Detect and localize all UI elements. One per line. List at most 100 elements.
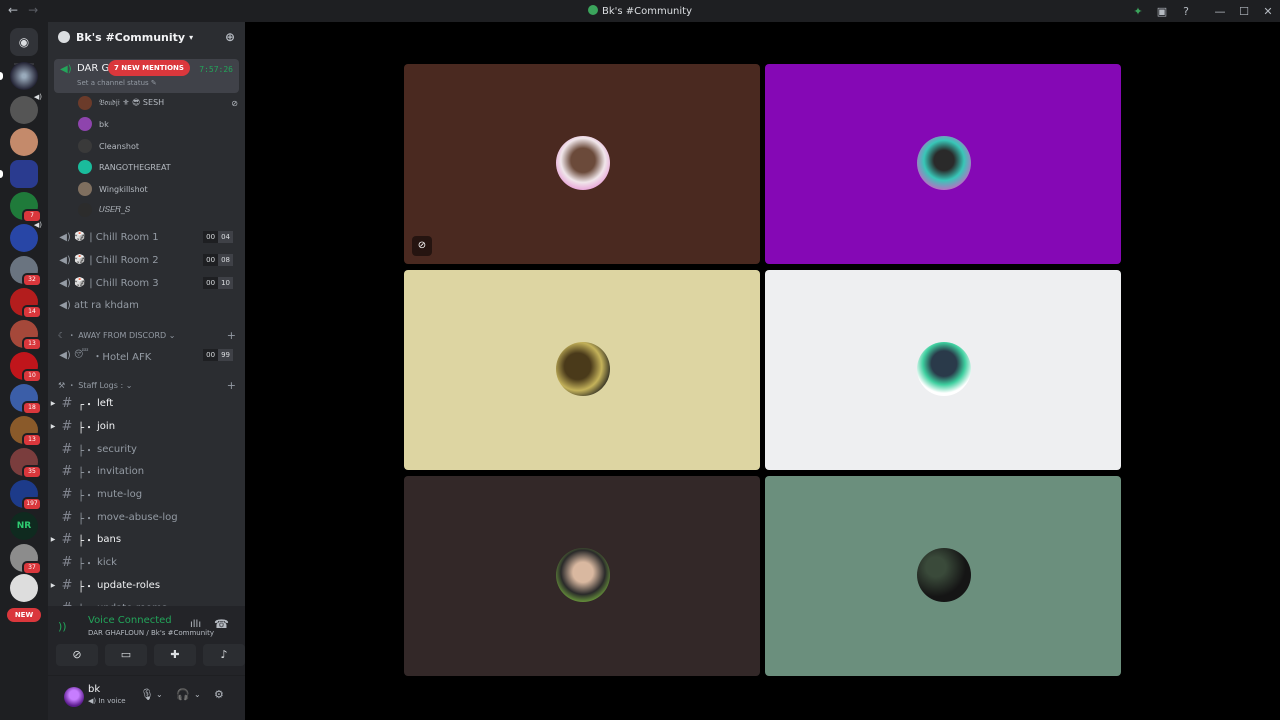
text-channel[interactable]: # ├・ invitation xyxy=(48,460,238,482)
participant-tile[interactable] xyxy=(765,476,1121,676)
participant-tile[interactable] xyxy=(765,64,1121,264)
server-icon[interactable]: NR xyxy=(10,512,38,540)
participant-tile[interactable] xyxy=(404,270,760,470)
channel-name: update-roles xyxy=(97,579,161,591)
server-icon[interactable]: 13 xyxy=(10,320,42,351)
locked-speaker-icon: ◀) xyxy=(59,299,71,311)
server-icon[interactable]: 14 xyxy=(10,288,42,319)
disconnect-icon[interactable]: ☎ xyxy=(214,617,229,631)
avatar[interactable] xyxy=(64,687,84,707)
voice-member[interactable]: RANGOTHEGREAT xyxy=(78,158,238,176)
server-icon[interactable]: 13 xyxy=(10,416,42,447)
voice-channel-path[interactable]: DAR GHAFLOUN / Bk's #Community xyxy=(88,629,214,637)
discord-home-icon[interactable]: ◉ xyxy=(10,28,38,56)
server-icon[interactable]: 18 xyxy=(10,384,42,415)
category-away[interactable]: ☾ ・ AWAY FROM DISCORD ⌄ + xyxy=(58,327,236,343)
server-icon[interactable]: 37 xyxy=(10,544,42,575)
text-channel[interactable]: # ├・ mute-log xyxy=(48,483,238,505)
text-channel[interactable]: # ├・ move-abuse-log xyxy=(48,506,238,528)
voice-member[interactable]: Wingkillshot xyxy=(78,180,238,198)
unread-arrow-icon: ▶ xyxy=(50,422,56,430)
avatar xyxy=(78,96,92,110)
activities-button[interactable]: ✚ xyxy=(154,644,196,666)
text-channel[interactable]: ▶ # ├・ update-roles xyxy=(48,574,238,596)
speaker-icon: ◀) xyxy=(59,349,71,361)
maximize-button[interactable]: ☐ xyxy=(1232,5,1256,18)
member-name: RANGOTHEGREAT xyxy=(99,162,171,172)
camera-off-button[interactable]: ⊘ xyxy=(56,644,98,666)
voice-channel[interactable]: ◀) att ra khdam xyxy=(54,294,239,316)
text-channel[interactable]: # ├・ kick xyxy=(48,551,238,573)
voice-channel[interactable]: ◀) 🎲 | Chill Room 3 00 10 xyxy=(54,272,239,294)
server-icon[interactable] xyxy=(10,574,38,602)
username[interactable]: bk xyxy=(88,684,100,695)
server-icon[interactable]: 35 xyxy=(10,448,42,479)
nitro-icon[interactable]: ✦ xyxy=(1126,5,1150,18)
chevron-down-icon: ⌄ xyxy=(168,330,176,340)
server-icon[interactable]: ◀) xyxy=(10,221,42,252)
text-channel[interactable]: ▶ # ┌・ left xyxy=(48,392,238,414)
screen-share-button[interactable]: ▭ xyxy=(105,644,147,666)
chevron-down-icon[interactable]: ⌄ xyxy=(194,690,201,699)
server-icon[interactable] xyxy=(0,160,38,188)
voice-member[interactable]: bk xyxy=(78,115,238,133)
voice-member[interactable]: Cleanshot xyxy=(78,137,238,155)
tree-prefix: ├・ xyxy=(78,445,95,457)
server-icon[interactable]: 197 xyxy=(10,480,42,511)
user-limit: 00 10 xyxy=(203,277,233,289)
invite-people-icon[interactable]: ⊕ xyxy=(225,30,235,44)
category-name: Staff Logs : xyxy=(78,380,124,390)
soundboard-button[interactable]: ♪ xyxy=(203,644,245,666)
server-icon[interactable]: 7 xyxy=(10,192,42,223)
participant-avatar xyxy=(556,548,610,602)
voice-member[interactable]: 𝔅𝔬𝔲𝔡𝔧𝔦 ⚜ 😎 SESH ⊘ xyxy=(78,94,238,112)
channel-status[interactable]: Set a channel status ✎ xyxy=(77,79,157,87)
add-channel-icon[interactable]: + xyxy=(227,329,236,342)
channel-name: security xyxy=(97,443,137,455)
server-icon[interactable] xyxy=(10,128,38,156)
participant-tile[interactable] xyxy=(404,476,760,676)
chevron-down-icon[interactable]: ⌄ xyxy=(156,690,163,699)
hash-icon: # xyxy=(61,463,73,479)
close-button[interactable]: ✕ xyxy=(1256,5,1280,18)
tree-prefix: ├・ xyxy=(78,581,95,593)
unread-arrow-icon: ▶ xyxy=(50,581,56,589)
text-channel[interactable]: ▶ # ├・ bans xyxy=(48,528,238,550)
unread-pill xyxy=(0,72,3,80)
voice-channel[interactable]: ◀) 🎲 | Chill Room 2 00 08 xyxy=(54,249,239,271)
voice-channel[interactable]: ◀) 🎲 | Chill Room 1 00 04 xyxy=(54,226,239,248)
new-unreads-pill[interactable]: NEW xyxy=(7,608,41,622)
channel-name: ・Hotel AFK xyxy=(92,351,152,363)
voice-channel[interactable]: ◀) 😴 ・Hotel AFK 00 99 xyxy=(54,344,239,366)
hash-icon: # xyxy=(61,441,73,457)
headphones-icon[interactable]: 🎧 xyxy=(176,688,190,701)
help-icon[interactable]: ? xyxy=(1174,5,1198,18)
server-icon[interactable]: 10 xyxy=(10,352,42,383)
add-channel-icon[interactable]: + xyxy=(227,379,236,392)
hash-icon: # xyxy=(61,531,73,547)
minimize-button[interactable]: — xyxy=(1208,5,1232,18)
voice-connected-label[interactable]: Voice Connected xyxy=(88,615,172,626)
new-mentions-pill[interactable]: 7 NEW MENTIONS xyxy=(108,60,190,76)
voice-member[interactable]: 𝑈𝑆𝐸𝑅_𝑆 xyxy=(78,201,238,219)
participant-tile[interactable]: ⊘ xyxy=(404,64,760,264)
guild-header[interactable]: Bk's #Community ▾ ⊕ xyxy=(48,22,245,52)
sleepy-emoji-icon: 😴 xyxy=(74,350,89,360)
server-icon[interactable] xyxy=(0,62,38,90)
noise-suppression-icon[interactable]: ıllı xyxy=(190,619,201,630)
tools-icon: ⚒ xyxy=(58,380,66,390)
text-channel[interactable]: ▶ # ├・ join xyxy=(48,415,238,437)
microphone-icon[interactable]: 🎙 xyxy=(140,688,154,701)
signal-icon[interactable]: )) xyxy=(58,620,67,633)
server-icon[interactable]: 32 xyxy=(10,256,42,287)
voice-action-buttons: ⊘ ▭ ✚ ♪ xyxy=(56,644,245,666)
server-icon[interactable]: ◀) xyxy=(10,93,42,124)
settings-gear-icon[interactable]: ⚙ xyxy=(214,688,224,701)
text-channel[interactable]: # ├・ security xyxy=(48,438,238,460)
title-bar: ← → Bk's #Community ✦ ▣ ? — ☐ ✕ xyxy=(0,0,1280,22)
mention-badge: 35 xyxy=(22,465,42,479)
category-staff-logs[interactable]: ⚒ ・ Staff Logs : ⌄ + xyxy=(58,377,236,393)
participant-tile[interactable] xyxy=(765,270,1121,470)
inbox-icon[interactable]: ▣ xyxy=(1150,5,1174,18)
hash-icon: # xyxy=(61,554,73,570)
